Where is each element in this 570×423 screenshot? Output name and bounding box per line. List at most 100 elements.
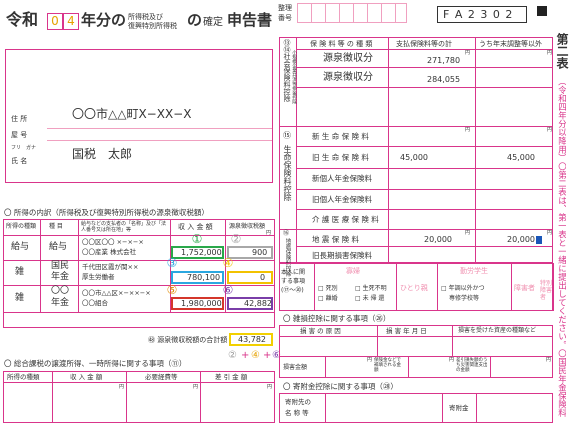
income-row-1-type: 給与 bbox=[11, 242, 30, 252]
opt-return[interactable]: □ 未 帰 還 bbox=[355, 296, 384, 302]
income-row-2-payer-line2: 厚生労働者 bbox=[82, 273, 115, 281]
casualty-header-asset: 損害を受けた資産の種類など bbox=[458, 327, 537, 334]
era-label: 令和 bbox=[6, 10, 39, 29]
personal-label-3: (⑰〜⑳) bbox=[281, 287, 304, 294]
year-digit-1[interactable]: 0 bbox=[47, 13, 63, 30]
life-row-3-name: 新個人年金保険料 bbox=[312, 174, 372, 183]
income-row-3-payer-line2: 〇〇組合 bbox=[82, 299, 108, 307]
opt-alive[interactable]: □ 生死不明 bbox=[355, 286, 387, 292]
social-insurance-label: ⑬⑭社会保険料控除 bbox=[283, 39, 291, 102]
life-row-2-within[interactable]: 45,000 bbox=[507, 154, 535, 162]
title-nenbun: 年分の bbox=[81, 11, 127, 29]
title-small-1: 所得税及び bbox=[128, 13, 163, 21]
income-row-3-payer-line1: 〇〇市△△区×−××−× bbox=[82, 289, 151, 297]
donation-title: 〇 寄附金控除に関する事項（㉘） bbox=[283, 382, 398, 391]
earthquake-yen-1: 円 bbox=[465, 230, 471, 236]
taxpayer-divider-2 bbox=[47, 140, 272, 141]
life-row-2-paid[interactable]: 45,000 bbox=[400, 154, 428, 162]
marker-6: ⑥ bbox=[222, 283, 234, 297]
year-digit-2[interactable]: 4 bbox=[63, 13, 79, 30]
page-title: 申告書 bbox=[227, 11, 273, 29]
casualty-title: 〇 雑損控除に関する事項（㉖） bbox=[283, 314, 391, 323]
transfer-header-diff: 差 引 金 額 bbox=[215, 373, 248, 381]
deduction-header-paid: 支払保険料等の計 bbox=[396, 40, 452, 48]
social-row-1-paid[interactable]: 271,780 bbox=[427, 57, 460, 65]
casualty-expense-label: 差引損失額のうち災害関連支出の金額 bbox=[456, 358, 488, 373]
side-note: （令和四年分以降用）〇第二表は、第一表と一緒に提出してください。〇国民年金保険料 bbox=[557, 77, 566, 417]
transfer-header-amount: 収 入 金 額 bbox=[70, 373, 103, 381]
social-row-2-name: 源泉徴収分 bbox=[323, 72, 373, 83]
social-row-2-paid[interactable]: 284,055 bbox=[427, 76, 460, 84]
marker-5: ⑤ bbox=[166, 283, 178, 297]
income-row-1-amount: 1,752,000 bbox=[181, 248, 222, 257]
income-header-withholding: 源泉徴収税額 bbox=[229, 223, 266, 230]
income-row-3-type: 雑 bbox=[15, 293, 25, 303]
life-row-2-name: 旧 生 命 保 険 料 bbox=[312, 153, 369, 162]
social-row-1-name: 源泉徴収分 bbox=[323, 53, 373, 64]
casualty-header-date: 損 害 年 月 日 bbox=[386, 327, 427, 335]
income-section-title: 〇 所得の内訳（所得税及び復興特別所得税の源泉徴収税額） bbox=[4, 208, 209, 217]
life-yen-1: 円 bbox=[465, 127, 471, 133]
opt-school[interactable]: □ 年調以外かつ bbox=[441, 286, 485, 292]
income-row-2-tax: 0 bbox=[260, 273, 266, 282]
title-kakutei: 確定 bbox=[203, 17, 223, 28]
marker-2: ② bbox=[230, 232, 242, 246]
deduction-header-type: 保 険 料 等 の 種 類 bbox=[310, 40, 373, 48]
yago-label: 屋 号 bbox=[11, 131, 28, 139]
address-value[interactable]: 〇〇市△△町X−XX−X bbox=[72, 108, 191, 120]
income-row-3-item-a: 〇〇 bbox=[51, 286, 70, 296]
life-label: 生命保険料控除 bbox=[283, 145, 292, 201]
shimei-label: 氏 名 bbox=[11, 157, 28, 165]
single-parent-label: ひとり親 bbox=[400, 284, 428, 292]
donation-amount-label: 寄附金 bbox=[449, 404, 469, 412]
side-tab-title: 第二表 bbox=[555, 33, 569, 69]
income-row-1-payer-line2: 〇〇産業 株式会社 bbox=[82, 248, 137, 256]
life-num: ⑮ bbox=[283, 131, 291, 140]
income-row-2-item-b: 年金 bbox=[51, 272, 70, 282]
life-row-4-name: 旧個人年金保険料 bbox=[312, 195, 372, 204]
income-header-item: 種 目 bbox=[49, 223, 63, 230]
marker-1: ① bbox=[191, 232, 203, 246]
income-row-2-amount: 780,100 bbox=[187, 273, 221, 282]
marker-3: ③ bbox=[166, 256, 178, 270]
transfer-yen-1: 円 bbox=[119, 384, 125, 390]
donation-table bbox=[279, 393, 553, 423]
opt-dead[interactable]: □ 死別 bbox=[318, 286, 338, 292]
special-disabled-label: 特別障害者 bbox=[540, 280, 553, 301]
income-row-2-tax-box[interactable] bbox=[227, 271, 273, 284]
casualty-insurance-label: 保険金などで補填される金額 bbox=[374, 358, 401, 373]
earthquake-yen-2: 円 bbox=[547, 230, 553, 236]
deduction-yen-2: 円 bbox=[547, 50, 553, 56]
earthquake-row-1-within[interactable]: 20,000 bbox=[507, 236, 535, 244]
income-row-1-payer-line1: 〇〇区〇〇 ×−×−× bbox=[82, 238, 144, 246]
seiri-label-1: 整理 bbox=[278, 4, 292, 12]
life-row-1-name: 新 生 命 保 険 料 bbox=[312, 132, 369, 141]
casualty-yen-2: 円 bbox=[449, 357, 455, 363]
total-amount: 43,782 bbox=[238, 335, 266, 344]
transfer-yen-3: 円 bbox=[267, 384, 273, 390]
widow-label: 寡婦 bbox=[346, 267, 360, 275]
income-row-1-tax: 900 bbox=[252, 248, 268, 257]
seiri-label-2: 番号 bbox=[278, 14, 292, 22]
taxpayer-divider-1 bbox=[47, 128, 272, 129]
deduction-yen-1: 円 bbox=[465, 50, 471, 56]
income-row-2-type: 雑 bbox=[15, 267, 25, 277]
income-row-3-tax: 42,882 bbox=[244, 299, 272, 308]
income-row-2-payer-line1: 千代田区霞が関×× bbox=[82, 263, 139, 271]
form-code: F A 2 3 0 2 bbox=[443, 8, 514, 21]
transfer-yen-2: 円 bbox=[193, 384, 199, 390]
transfer-header-type: 所得の種類 bbox=[7, 373, 40, 381]
corner-mark bbox=[537, 6, 547, 16]
casualty-yen-3: 円 bbox=[546, 357, 552, 363]
earthquake-row-1-paid[interactable]: 20,000 bbox=[424, 236, 452, 244]
income-row-3-item-b: 年金 bbox=[51, 298, 70, 308]
jusho-label: 住 所 bbox=[11, 115, 28, 123]
furigana-label: フリ ガナ bbox=[11, 145, 37, 151]
income-header-amount: 収 入 金 額 bbox=[178, 223, 213, 231]
seiri-number-boxes[interactable] bbox=[297, 3, 407, 23]
name-value[interactable]: 国税 太郎 bbox=[72, 148, 132, 160]
marker-4: ④ bbox=[222, 256, 234, 270]
opt-school-2: 専修学校等 bbox=[449, 295, 480, 302]
earthquake-mark bbox=[536, 236, 542, 244]
opt-divorce[interactable]: □ 離婚 bbox=[318, 296, 338, 302]
